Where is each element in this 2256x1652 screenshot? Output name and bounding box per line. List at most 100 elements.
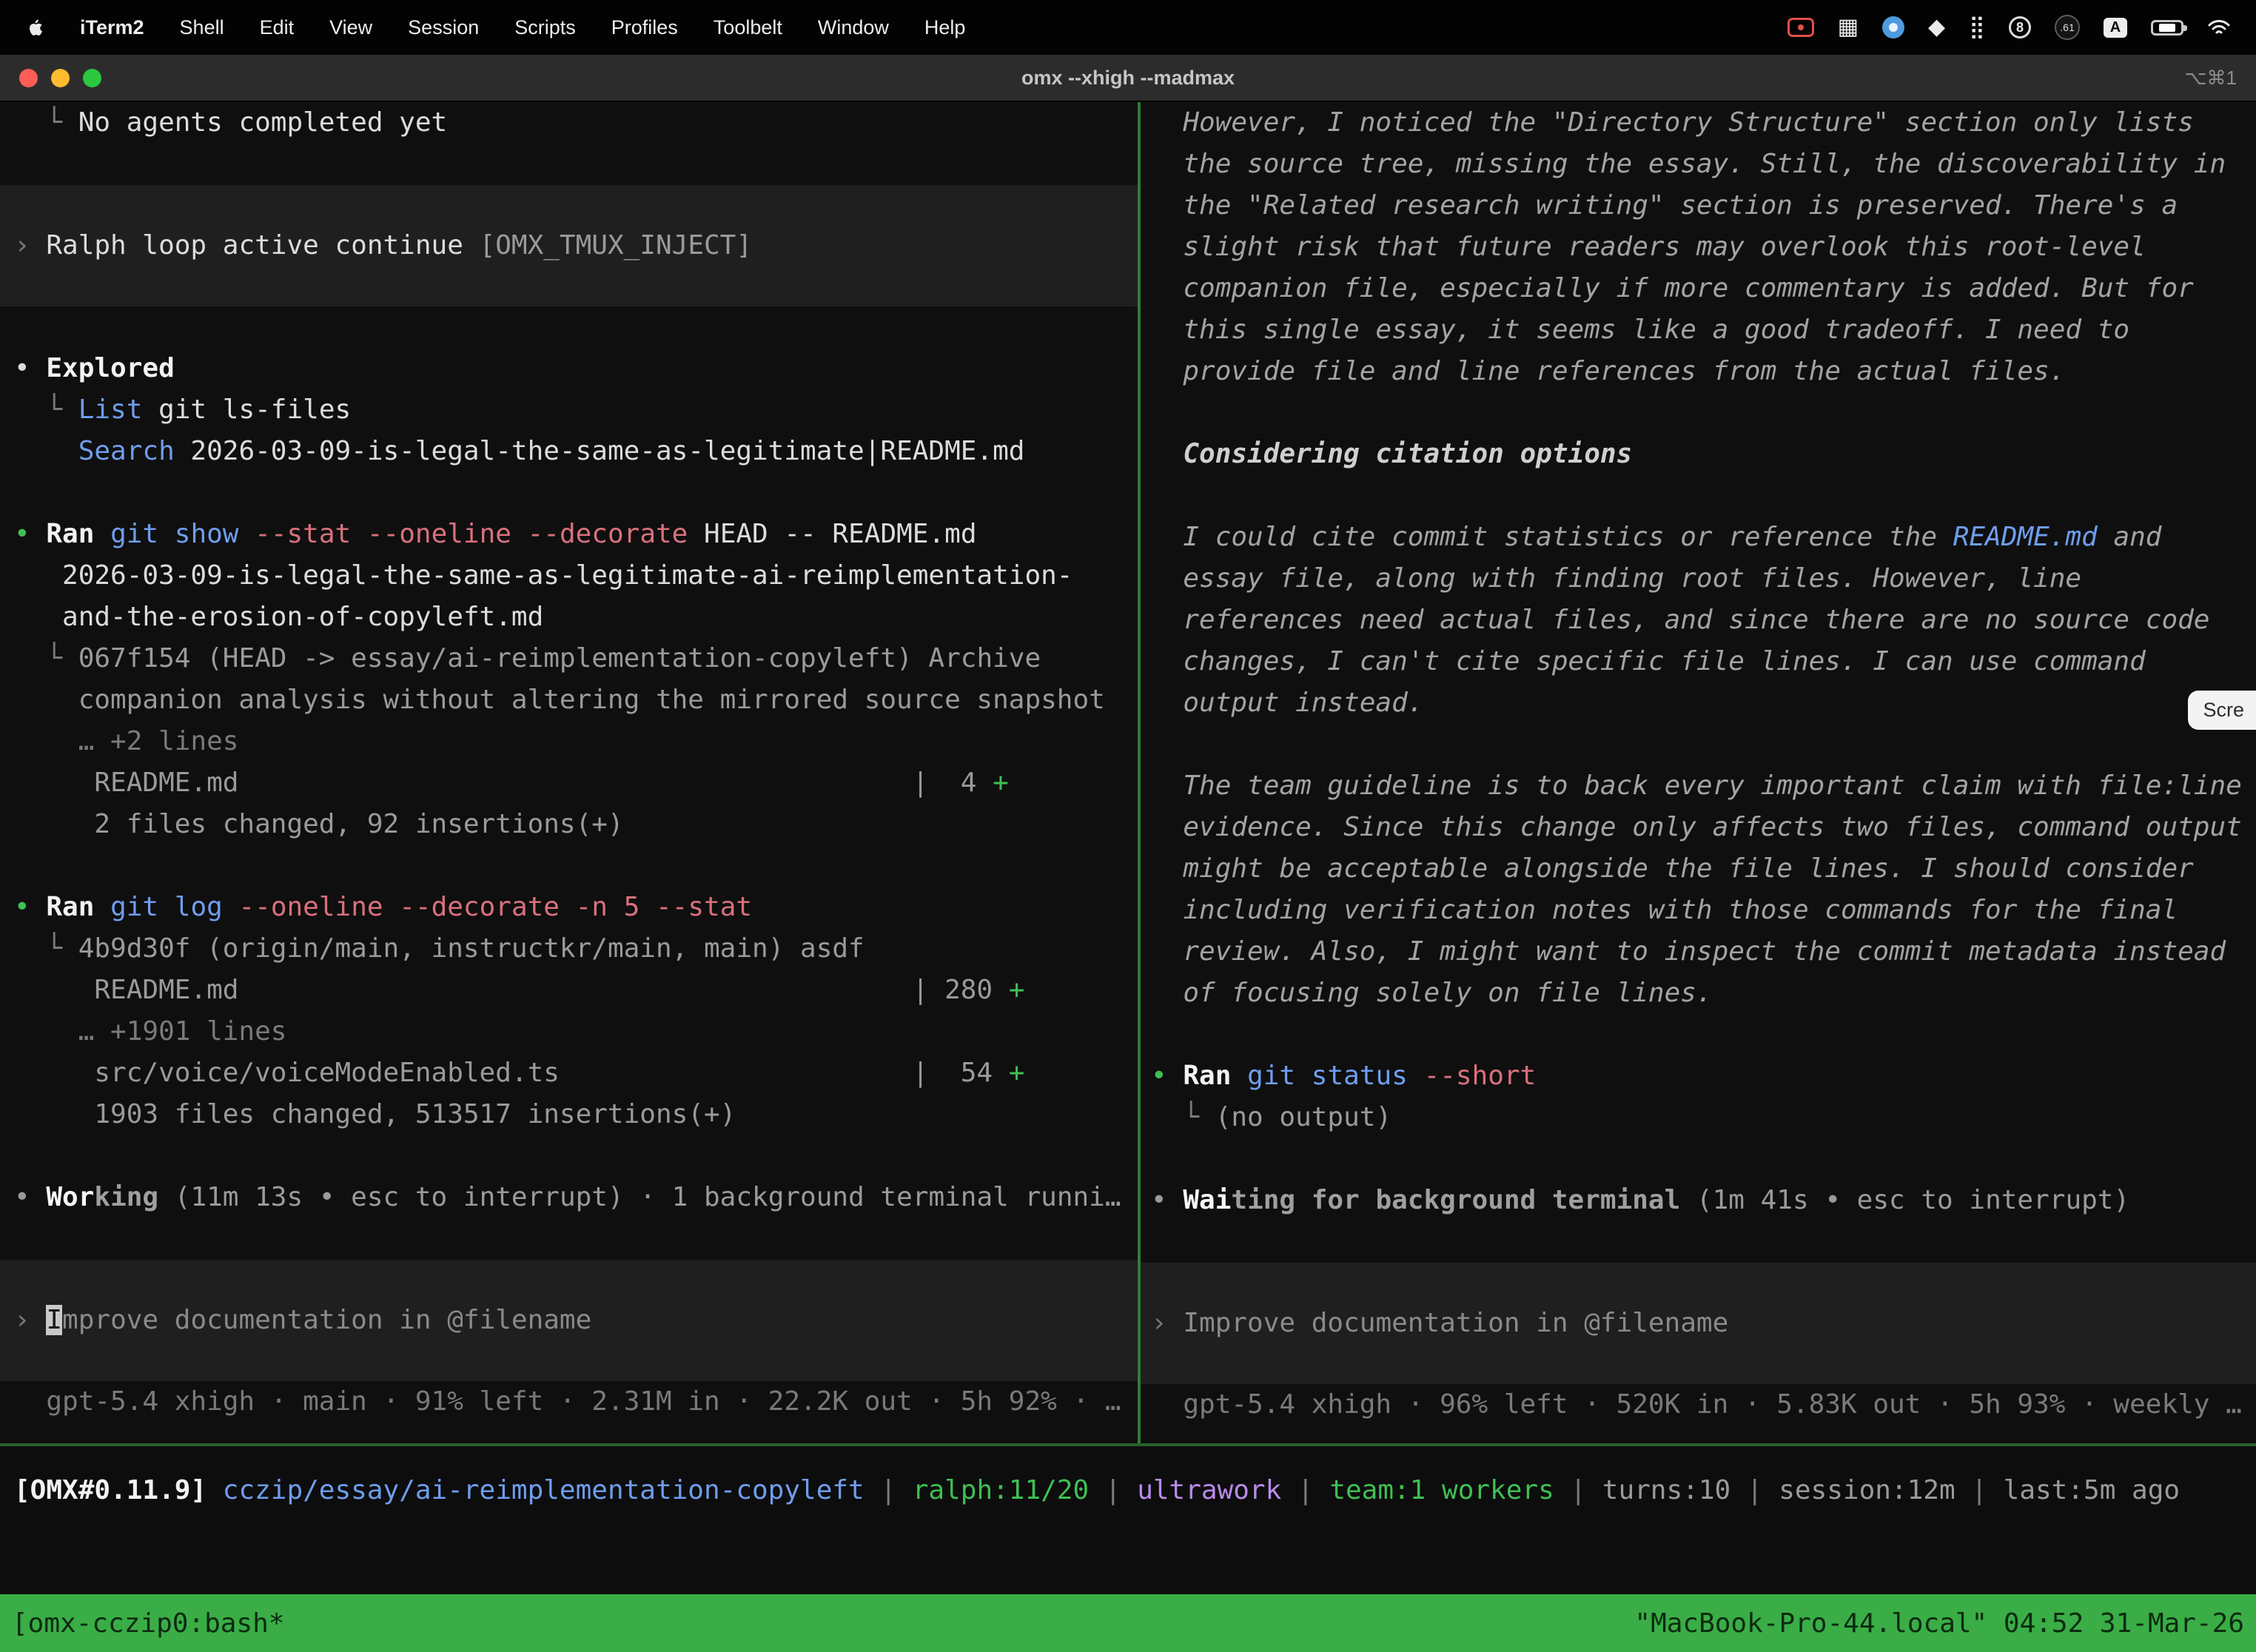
window-title: omx --xhigh --madmax	[1021, 67, 1235, 90]
menu-app-name[interactable]: iTerm2	[80, 16, 144, 39]
terminal-line	[1151, 475, 2256, 517]
terminal-line: the source tree, missing the essay. Stil…	[1151, 144, 2256, 185]
terminal-line	[1151, 392, 2256, 434]
minimize-window-button[interactable]	[51, 69, 70, 87]
terminal-line	[14, 306, 1138, 348]
terminal-line: evidence. Since this change only affects…	[1151, 807, 2256, 848]
menu-bar-extras: ▦ ◆ ⣿ 8 .61 A	[1787, 15, 2231, 40]
terminal-line: gpt-5.4 xhigh · 96% left · 520K in · 5.8…	[1151, 1384, 2256, 1426]
menu-item[interactable]: Profiles	[611, 16, 678, 39]
window-title-bar[interactable]: omx --xhigh --madmax ⌥⌘1	[0, 55, 2256, 102]
prompt-chevron: ›	[14, 1305, 46, 1335]
terminal-line: … +2 lines	[14, 721, 1138, 762]
terminal-line: of focusing solely on file lines.	[1151, 973, 2256, 1014]
menu-item[interactable]: View	[329, 16, 372, 39]
prompt-left-line: › Improve documentation in @filename	[14, 1300, 591, 1341]
terminal-line: Considering citation options	[1151, 434, 2256, 475]
input-source-icon[interactable]: A	[2104, 18, 2127, 38]
terminal-line: └ No agents completed yet	[14, 102, 1138, 144]
terminal-line	[1151, 1014, 2256, 1055]
terminal-line: the "Related research writing" section i…	[1151, 185, 2256, 226]
menu-item[interactable]: Window	[818, 16, 889, 39]
terminal-line: • Explored	[14, 348, 1138, 389]
terminal-line: this single essay, it seems like a good …	[1151, 309, 2256, 351]
badge-61-icon[interactable]: .61	[2055, 15, 2080, 40]
terminal-line: README.md | 4 +	[14, 762, 1138, 804]
apple-menu-icon[interactable]	[25, 16, 44, 38]
menu-item[interactable]: Session	[408, 16, 479, 39]
status-divider	[0, 1443, 2256, 1446]
screen: { "menu_bar": { "app_name": "iTerm2", "i…	[0, 0, 2256, 1652]
wifi-icon[interactable]	[2207, 18, 2231, 37]
terminal-line	[14, 1135, 1138, 1177]
terminal-line: • Waiting for background terminal (1m 41…	[1151, 1180, 2256, 1221]
menu-bar-left: iTerm2 Shell Edit View Session Scripts Profil…	[25, 16, 965, 39]
terminal-line: slight risk that future readers may over…	[1151, 226, 2256, 268]
terminal-line: provide file and line references from th…	[1151, 351, 2256, 392]
left-pane[interactable]: └ No agents completed yet › Ralph loop a…	[0, 102, 1138, 1443]
terminal-line: [OMX#0.11.9] cczip/essay/ai-reimplementa…	[14, 1470, 2180, 1511]
grid-icon[interactable]: ▦	[1838, 16, 1859, 38]
right-status-line: gpt-5.4 xhigh · 96% left · 520K in · 5.8…	[1151, 1384, 2256, 1426]
terminal-line	[14, 1218, 1138, 1260]
close-window-button[interactable]	[19, 69, 38, 87]
terminal-line: └ (no output)	[1151, 1097, 2256, 1138]
terminal-line	[1151, 1138, 2256, 1180]
terminal-line: • Ran git log --oneline --decorate -n 5 …	[14, 887, 1138, 928]
terminal-line: 2026-03-09-is-legal-the-same-as-legitima…	[14, 555, 1138, 597]
tmux-status-bar: [omx-cczip0:bash* "MacBook-Pro-44.local"…	[0, 1594, 2256, 1652]
terminal-line: might be acceptable alongside the file l…	[1151, 848, 2256, 890]
right-pane[interactable]: However, I noticed the "Directory Struct…	[1141, 102, 2256, 1443]
tmux-session-window[interactable]: [omx-cczip0:bash*	[12, 1608, 284, 1639]
screenshot-chip[interactable]: Scre	[2188, 691, 2256, 730]
terminal-line: • Working (11m 13s • esc to interrupt) ·…	[14, 1177, 1138, 1218]
diamond-icon[interactable]: ◆	[1928, 16, 1945, 38]
menu-item[interactable]: Edit	[260, 16, 295, 39]
window-shortcut-badge: ⌥⌘1	[2185, 55, 2237, 101]
prompt-placeholder: Improve documentation in @filename	[1183, 1308, 1728, 1338]
terminal-line: changes, I can't cite specific file line…	[1151, 641, 2256, 682]
terminal-line: gpt-5.4 xhigh · main · 91% left · 2.31M …	[14, 1381, 1138, 1423]
pane-divider[interactable]	[1138, 102, 1141, 1443]
terminal-line: However, I noticed the "Directory Struct…	[1151, 102, 2256, 144]
menu-item[interactable]: Help	[924, 16, 966, 39]
traffic-lights	[19, 55, 101, 101]
battery-icon[interactable]	[2151, 20, 2183, 36]
omx-status-line: [OMX#0.11.9] cczip/essay/ai-reimplementa…	[14, 1470, 2180, 1511]
terminal-line: references need actual files, and since …	[1151, 600, 2256, 641]
menu-item[interactable]: Scripts	[514, 16, 576, 39]
terminal-line: └ List git ls-files	[14, 389, 1138, 431]
terminal-line: Search 2026-03-09-is-legal-the-same-as-l…	[14, 431, 1138, 472]
text-cursor: I	[46, 1305, 62, 1335]
terminal-line: • Ran git show --stat --oneline --decora…	[14, 514, 1138, 555]
terminal-line: including verification notes with those …	[1151, 890, 2256, 931]
terminal-line: └ 067f154 (HEAD -> essay/ai-reimplementa…	[14, 638, 1138, 679]
screen-record-icon[interactable]	[1787, 18, 1814, 37]
dots-grid-icon[interactable]: ⣿	[1969, 16, 1985, 38]
terminal-line: 1903 files changed, 513517 insertions(+)	[14, 1094, 1138, 1135]
zoom-window-button[interactable]	[83, 69, 101, 87]
terminal-line: The team guideline is to back every impo…	[1151, 765, 2256, 807]
keycap-8-icon[interactable]: 8	[2009, 16, 2031, 38]
terminal-line: output instead.	[1151, 682, 2256, 724]
terminal-line: companion file, especially if more comme…	[1151, 268, 2256, 309]
prompt-box-right[interactable]: › Improve documentation in @filename	[1141, 1263, 2256, 1384]
prompt-placeholder: mprove documentation in @filename	[62, 1305, 591, 1335]
left-pane-body: • Explored └ List git ls-files Search 20…	[14, 306, 1138, 1260]
terminal-line: companion analysis without altering the …	[14, 679, 1138, 721]
terminal-line: and-the-erosion-of-copyleft.md	[14, 597, 1138, 638]
menu-bar: iTerm2 Shell Edit View Session Scripts Profil…	[0, 0, 2256, 55]
left-pane-top-lines: └ No agents completed yet	[14, 102, 1138, 185]
inject-banner-lines: › Ralph loop active continue [OMX_TMUX_I…	[14, 225, 752, 266]
terminal-line: • Ran git status --short	[1151, 1055, 2256, 1097]
menu-item[interactable]: Toolbelt	[714, 16, 782, 39]
prompt-chevron: ›	[1151, 1308, 1183, 1338]
terminal-line: src/voice/voiceModeEnabled.ts | 54 +	[14, 1052, 1138, 1094]
compass-icon[interactable]	[1882, 16, 1904, 38]
prompt-box-left[interactable]: › Improve documentation in @filename	[0, 1260, 1138, 1381]
terminal-line: essay file, along with finding root file…	[1151, 558, 2256, 600]
terminal-line: … +1901 lines	[14, 1011, 1138, 1052]
terminal-line: › Ralph loop active continue [OMX_TMUX_I…	[14, 225, 752, 266]
menu-item[interactable]: Shell	[180, 16, 224, 39]
terminal-line	[14, 472, 1138, 514]
